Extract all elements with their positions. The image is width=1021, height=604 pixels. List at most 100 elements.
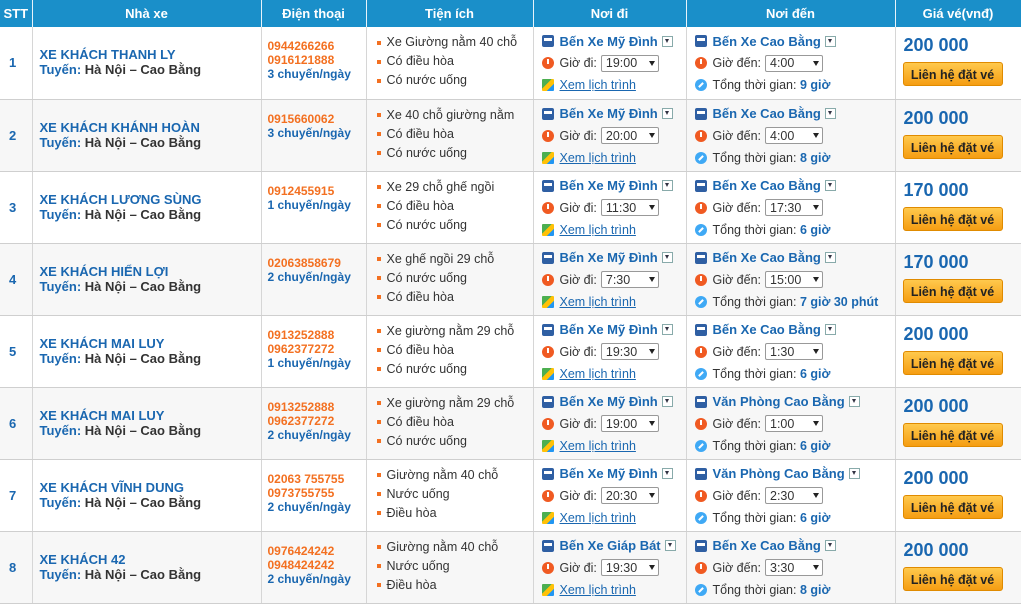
book-ticket-button[interactable]: Liên hệ đặt vé [902, 494, 1003, 519]
chevron-down-icon[interactable] [848, 468, 860, 479]
book-ticket-button[interactable]: Liên hệ đặt vé [902, 62, 1003, 86]
from-station[interactable]: Bến Xe Mỹ Đình [560, 178, 658, 193]
phone-number[interactable]: 0915660062 [268, 112, 366, 126]
phone-number[interactable]: 0944266266 [268, 39, 366, 53]
arrive-time-select[interactable]: 1:00 [765, 415, 823, 432]
chevron-down-icon[interactable] [824, 35, 836, 47]
chevron-down-icon[interactable] [848, 396, 860, 407]
from-station[interactable]: Bến Xe Giáp Bát [560, 538, 661, 553]
chevron-down-icon[interactable] [664, 540, 676, 551]
from-station[interactable]: Bến Xe Mỹ Đình [560, 250, 658, 265]
view-schedule-link[interactable]: Xem lịch trình [560, 295, 636, 309]
depart-time-select[interactable]: 19:00 [600, 54, 659, 72]
phone-number[interactable]: 02063 755755 [268, 472, 366, 486]
bus-name-link[interactable]: XE KHÁCH HIỂN LỢI [40, 264, 261, 279]
bus-name-link[interactable]: XE KHÁCH LƯƠNG SÙNG [40, 192, 261, 207]
price-cell: 170 000 Liên hệ đặt vé [895, 171, 1021, 244]
depart-time-select[interactable]: 11:30 [600, 199, 659, 216]
to-station[interactable]: Bến Xe Cao Bằng [713, 178, 821, 193]
to-station[interactable]: Văn Phòng Cao Bằng [713, 466, 845, 481]
arrive-time-select[interactable]: 3:30 [765, 559, 823, 576]
book-ticket-button[interactable]: Liên hệ đặt vé [902, 278, 1003, 303]
from-station[interactable]: Bến Xe Mỹ Đình [560, 106, 658, 121]
book-ticket-button[interactable]: Liên hệ đặt vé [902, 566, 1003, 591]
book-ticket-button[interactable]: Liên hệ đặt vé [902, 422, 1003, 447]
depart-label: Giờ đi: [559, 272, 597, 287]
book-ticket-button[interactable]: Liên hệ đặt vé [902, 350, 1003, 375]
chevron-down-icon[interactable] [824, 180, 836, 191]
arrive-time-select[interactable]: 2:30 [765, 487, 823, 504]
chevron-down-icon[interactable] [824, 540, 836, 551]
bus-name-link[interactable]: XE KHÁCH KHÁNH HOÀN [40, 120, 261, 135]
depart-time-select[interactable]: 7:30 [600, 271, 659, 288]
total-time: Tổng thời gian: 7 giờ 30 phút [713, 295, 879, 309]
from-station[interactable]: Bến Xe Mỹ Đình [560, 394, 658, 409]
to-station[interactable]: Văn Phòng Cao Bằng [713, 394, 845, 409]
depart-time-select[interactable]: 19:00 [600, 415, 659, 432]
arrive-line: Giờ đến: 4:00 [687, 52, 895, 74]
chevron-down-icon[interactable] [661, 252, 673, 263]
view-schedule-link[interactable]: Xem lịch trình [560, 439, 636, 453]
total-time-value: 8 giờ [799, 582, 831, 597]
price-cell: 200 000 Liên hệ đặt vé [895, 315, 1021, 388]
to-station[interactable]: Bến Xe Cao Bằng [713, 250, 821, 265]
to-station[interactable]: Bến Xe Cao Bằng [713, 106, 821, 121]
bus-icon [694, 35, 707, 47]
arrive-time-select[interactable]: 4:00 [765, 127, 823, 144]
arrive-time-select[interactable]: 1:30 [765, 343, 823, 360]
chevron-down-icon[interactable] [824, 252, 836, 263]
bus-name-link[interactable]: XE KHÁCH VĨNH DUNG [40, 480, 261, 495]
header-to: Nơi đến [686, 0, 896, 27]
depart-time-select[interactable]: 20:00 [600, 127, 659, 144]
bus-name-link[interactable]: XE KHÁCH MAI LUY [40, 408, 261, 423]
phone-number[interactable]: 0962377272 [268, 414, 366, 428]
bus-cell: XE KHÁCH THANH LY Tuyến: Hà Nội – Cao Bằ… [32, 27, 262, 100]
chevron-down-icon[interactable] [661, 180, 673, 191]
arrive-time-select[interactable]: 15:00 [765, 271, 823, 288]
depart-time-select[interactable]: 19:30 [600, 343, 659, 360]
from-station[interactable]: Bến Xe Mỹ Đình [560, 322, 658, 337]
total-time: Tổng thời gian: 6 giờ [713, 511, 831, 525]
phone-number[interactable]: 0962377272 [268, 342, 366, 356]
chevron-down-icon[interactable] [661, 396, 673, 407]
chevron-down-icon[interactable] [824, 108, 836, 119]
phone-number[interactable]: 0976424242 [268, 544, 366, 558]
phone-number[interactable]: 02063858679 [268, 256, 366, 270]
from-station[interactable]: Bến Xe Mỹ Đình [560, 466, 658, 481]
bus-name-link[interactable]: XE KHÁCH MAI LUY [40, 336, 261, 351]
chevron-down-icon[interactable] [824, 324, 836, 335]
chevron-down-icon[interactable] [661, 468, 673, 479]
chevron-down-icon[interactable] [661, 35, 673, 47]
phone-number[interactable]: 0913252888 [268, 328, 366, 342]
table-row: 2 XE KHÁCH KHÁNH HOÀN Tuyến: Hà Nội – Ca… [0, 99, 1021, 172]
to-station[interactable]: Bến Xe Cao Bằng [713, 322, 821, 337]
view-schedule-link[interactable]: Xem lịch trình [560, 511, 636, 525]
depart-time-select[interactable]: 20:30 [600, 487, 659, 504]
view-schedule-link[interactable]: Xem lịch trình [560, 223, 636, 237]
depart-time-value: 20:00 [605, 128, 638, 143]
depart-time-select[interactable]: 19:30 [600, 559, 659, 576]
book-ticket-button[interactable]: Liên hệ đặt vé [902, 134, 1003, 159]
phone-number[interactable]: 0916121888 [268, 53, 366, 67]
view-schedule-link[interactable]: Xem lịch trình [560, 78, 636, 92]
to-station[interactable]: Bến Xe Cao Bằng [713, 538, 821, 553]
phone-number[interactable]: 0973755755 [268, 486, 366, 500]
arrive-time-select[interactable]: 4:00 [765, 54, 823, 72]
chevron-down-icon[interactable] [661, 324, 673, 335]
phone-number[interactable]: 0948424242 [268, 558, 366, 572]
chevron-down-icon[interactable] [661, 108, 673, 119]
to-station[interactable]: Bến Xe Cao Bằng [713, 34, 821, 49]
phone-number[interactable]: 0913252888 [268, 400, 366, 414]
arrive-time-select[interactable]: 17:30 [765, 199, 823, 216]
bus-name-link[interactable]: XE KHÁCH THANH LY [40, 47, 261, 62]
duration-icon [694, 223, 707, 236]
phone-number[interactable]: 0912455915 [268, 184, 366, 198]
view-schedule-link[interactable]: Xem lịch trình [560, 583, 636, 597]
duration-icon [694, 79, 707, 91]
from-station[interactable]: Bến Xe Mỹ Đình [560, 34, 658, 49]
book-ticket-button[interactable]: Liên hệ đặt vé [902, 206, 1003, 231]
view-schedule-link[interactable]: Xem lịch trình [560, 151, 636, 165]
view-schedule-link[interactable]: Xem lịch trình [560, 367, 636, 381]
bus-name-link[interactable]: XE KHÁCH 42 [40, 552, 261, 567]
trips-per-day: 3 chuyến/ngày [267, 125, 351, 140]
